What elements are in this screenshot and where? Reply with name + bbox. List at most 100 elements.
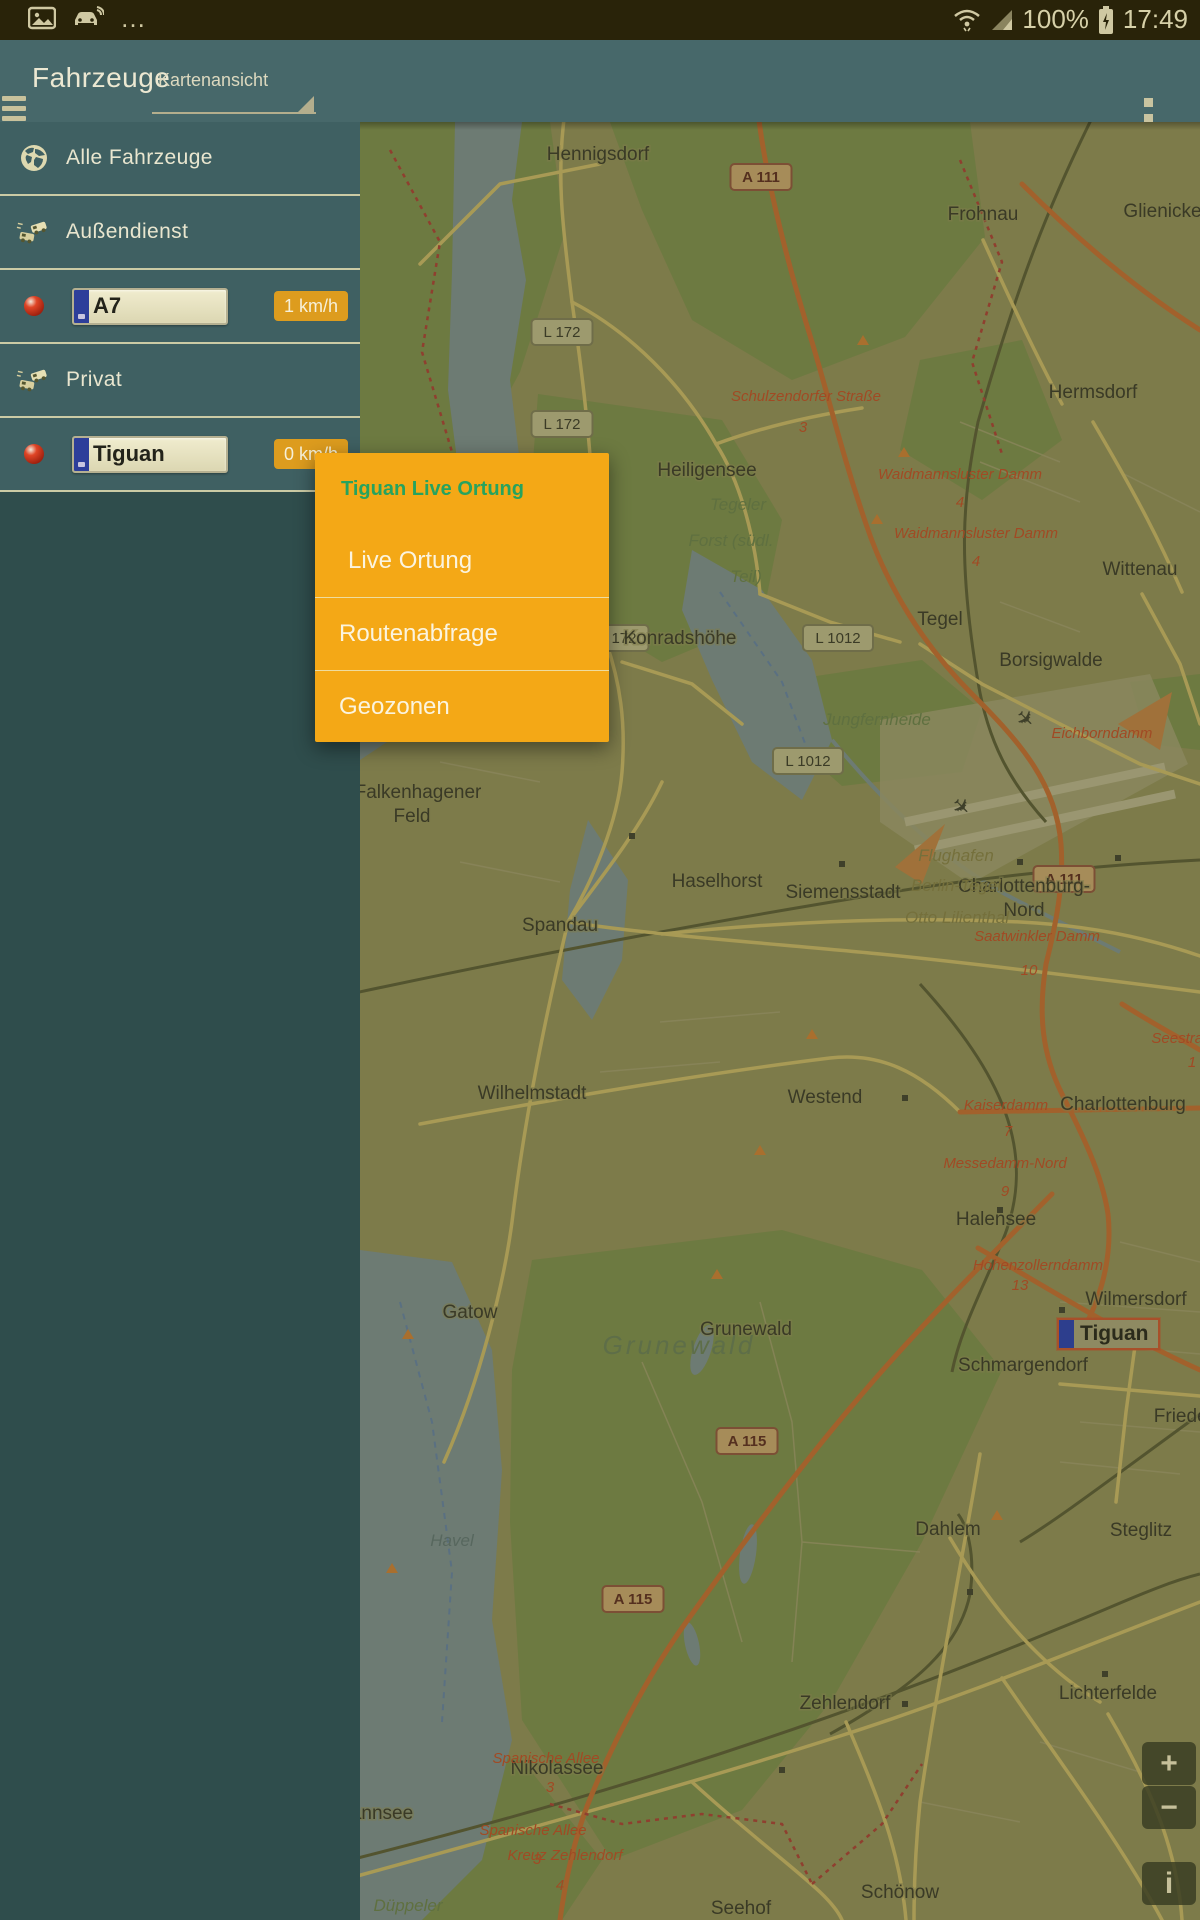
map-label: 4 bbox=[956, 494, 964, 511]
plate-text: A7 bbox=[93, 293, 121, 319]
map-label: Halensee bbox=[956, 1209, 1036, 1230]
map-label: Schmargendorf bbox=[958, 1355, 1089, 1376]
map-label: Borsigwalde bbox=[999, 650, 1103, 671]
map-label: 1 bbox=[1188, 1054, 1196, 1071]
status-bar: … 100% 17:49 bbox=[0, 0, 1200, 40]
map-label: Charlottenburg bbox=[1060, 1094, 1186, 1115]
zoom-in-button[interactable]: + bbox=[1142, 1742, 1196, 1785]
map-label: Schönow bbox=[861, 1882, 939, 1903]
zoom-out-button[interactable]: − bbox=[1142, 1786, 1196, 1829]
map-label: Steglitz bbox=[1110, 1520, 1172, 1541]
map-label: Kaiserdamm bbox=[964, 1097, 1048, 1114]
road-shield: L 1012 bbox=[773, 748, 843, 774]
map-label: 13 bbox=[1012, 1277, 1029, 1294]
map-label: Nord bbox=[1003, 900, 1044, 921]
map-label: Glienicke/N bbox=[1123, 201, 1200, 222]
map-label: annsee bbox=[360, 1803, 413, 1824]
map-label: 9 bbox=[1001, 1183, 1010, 1200]
battery-charging-icon bbox=[1097, 5, 1115, 35]
popup-item-routenabfrage[interactable]: Routenabfrage bbox=[315, 597, 609, 670]
clock: 17:49 bbox=[1123, 4, 1188, 35]
map-label: Waidmannsluster Damm bbox=[894, 525, 1058, 542]
map-label: Jungfernheide bbox=[822, 710, 931, 729]
sidebar-item-au-endienst[interactable]: Außendienst bbox=[0, 196, 360, 270]
map-label: Frieden bbox=[1154, 1406, 1200, 1427]
cars-icon bbox=[16, 216, 52, 248]
svg-text:A 115: A 115 bbox=[614, 1591, 653, 1608]
dropdown-underline bbox=[152, 112, 316, 114]
map-label: Hohenzollerndamm bbox=[973, 1257, 1103, 1274]
map-view[interactable]: ✈✈ A 111A 111A 115A 115L 172L 172L 172L … bbox=[360, 122, 1200, 1920]
vehicle-plate[interactable]: A7 bbox=[72, 288, 228, 325]
vehicle-context-popup: Tiguan Live Ortung Live OrtungRoutenabfr… bbox=[315, 453, 609, 742]
map-label: Waidmannsluster Damm bbox=[878, 466, 1042, 483]
map-label: Wittenau bbox=[1103, 559, 1178, 580]
map-label: Tegeler bbox=[710, 495, 767, 514]
map-label: Westend bbox=[788, 1087, 863, 1108]
notification-ellipsis: … bbox=[120, 8, 148, 28]
globe-icon bbox=[16, 142, 52, 174]
sidebar-item-tiguan[interactable]: Tiguan0 km/h bbox=[0, 418, 360, 492]
hamburger-icon[interactable] bbox=[2, 96, 26, 122]
map-label: Spandau bbox=[522, 915, 598, 936]
map-label: Hennigsdorf bbox=[547, 144, 650, 165]
group-label: Außendienst bbox=[66, 220, 188, 244]
road-shield: A 115 bbox=[603, 1586, 664, 1612]
map-label: Gatow bbox=[443, 1302, 498, 1323]
map-label: Seehof bbox=[711, 1898, 772, 1919]
map-label: Siemensstadt bbox=[785, 882, 901, 903]
map-label: Konradshöhe bbox=[623, 628, 736, 649]
map-label: Otto Lilienthal bbox=[905, 908, 1010, 927]
svg-text:L 172: L 172 bbox=[544, 324, 581, 341]
map-label: Havel bbox=[430, 1531, 475, 1550]
map-label: Tegel bbox=[917, 609, 962, 630]
map-label: Forst (südl. bbox=[688, 531, 773, 550]
map-label: Grunewald bbox=[603, 1330, 756, 1360]
svg-text:L 1012: L 1012 bbox=[815, 630, 860, 647]
road-shield: L 172 bbox=[532, 319, 593, 345]
map-label: Messedamm-Nord bbox=[943, 1155, 1067, 1172]
image-icon bbox=[28, 6, 56, 30]
map-label: Spanische Allee bbox=[479, 1822, 586, 1839]
popup-title: Tiguan Live Ortung bbox=[315, 453, 609, 525]
app-screen: … 100% 17:49 Fahrzeuge bbox=[0, 0, 1200, 1920]
app-bar: Fahrzeuge Kartenansicht bbox=[0, 40, 1200, 122]
info-button[interactable]: i bbox=[1142, 1862, 1196, 1905]
map-label: 4 bbox=[972, 553, 980, 570]
sidebar-item-a7[interactable]: A7 1 km/h bbox=[0, 270, 360, 344]
road-shield: L 1012 bbox=[803, 625, 873, 651]
plate-text: Tiguan bbox=[93, 441, 165, 467]
svg-text:A 111: A 111 bbox=[742, 169, 780, 186]
map-label: Haselhorst bbox=[672, 871, 764, 892]
map-label: Lichterfelde bbox=[1059, 1683, 1157, 1704]
road-shield: A 111 bbox=[731, 164, 792, 190]
map-label: Saatwinkler Damm bbox=[974, 928, 1100, 945]
map-label: Spanische Allee bbox=[492, 1750, 599, 1767]
map-canvas[interactable]: ✈✈ A 111A 111A 115A 115L 172L 172L 172L … bbox=[360, 122, 1200, 1920]
plate-euro-strip bbox=[74, 290, 89, 323]
vehicle-status-ball-icon bbox=[24, 444, 44, 464]
map-label: Dahlem bbox=[915, 1519, 980, 1540]
popup-item-geozonen[interactable]: Geozonen bbox=[315, 670, 609, 743]
svg-text:L 1012: L 1012 bbox=[785, 753, 830, 770]
vehicle-plate[interactable]: Tiguan bbox=[72, 436, 228, 473]
view-selector-dropdown[interactable]: Kartenansicht bbox=[152, 58, 318, 114]
svg-text:L 172: L 172 bbox=[544, 416, 581, 433]
sidebar-item-privat[interactable]: Privat bbox=[0, 344, 360, 418]
map-label: Wilmersdorf bbox=[1085, 1289, 1187, 1310]
map-marker-label: Tiguan bbox=[1074, 1322, 1158, 1346]
sidebar-item-alle-fahrzeuge[interactable]: Alle Fahrzeuge bbox=[0, 122, 360, 196]
speed-badge: 1 km/h bbox=[274, 291, 348, 321]
map-label: Düppeler bbox=[374, 1896, 444, 1915]
map-label: Falkenhagener bbox=[360, 782, 482, 803]
popup-items: Live OrtungRoutenabfrageGeozonen bbox=[315, 525, 609, 743]
appbar-shadow bbox=[360, 122, 1200, 130]
plate-euro-strip bbox=[74, 438, 89, 471]
map-marker-tiguan[interactable]: Tiguan bbox=[1057, 1318, 1160, 1350]
road-shield: A 115 bbox=[717, 1428, 778, 1454]
map-label: 4 bbox=[556, 1877, 564, 1894]
map-label: Frohnau bbox=[948, 204, 1019, 225]
plate-euro-strip bbox=[1059, 1320, 1074, 1348]
popup-item-live-ortung[interactable]: Live Ortung bbox=[315, 525, 609, 597]
group-label: Privat bbox=[66, 368, 122, 392]
